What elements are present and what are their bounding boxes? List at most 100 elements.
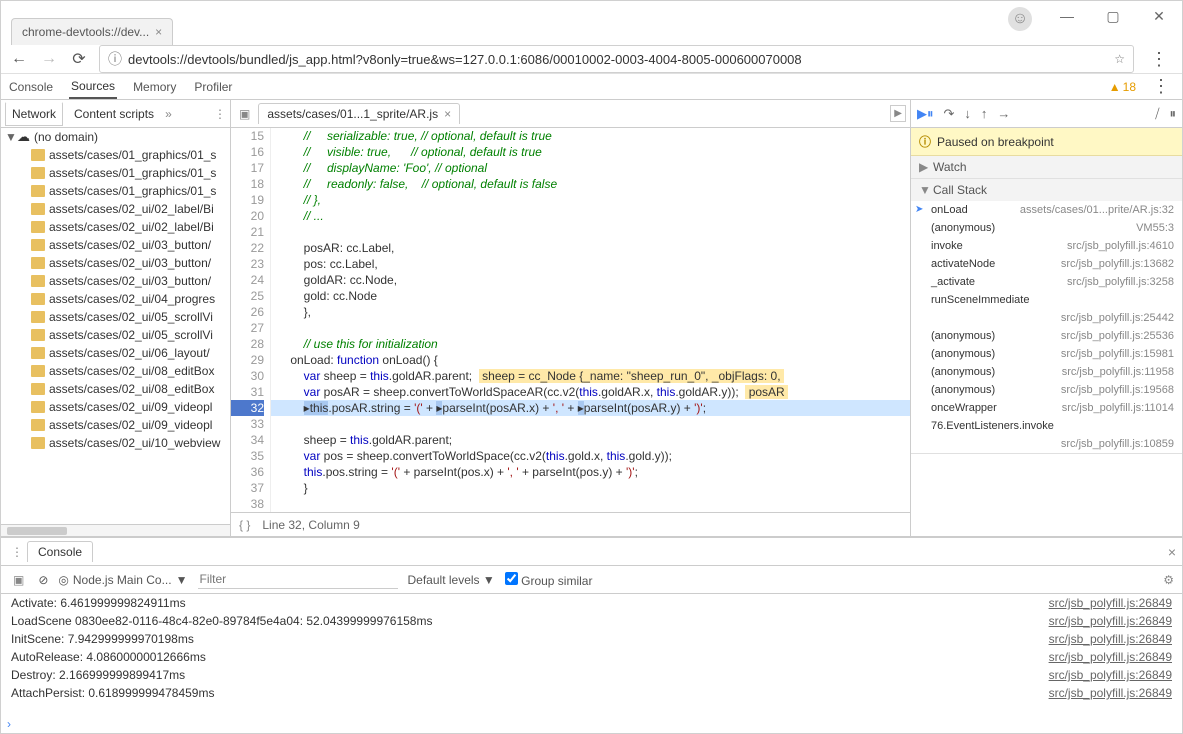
toggle-debugger-button[interactable]: ▶: [890, 105, 906, 122]
tree-file-row[interactable]: assets/cases/02_ui/03_button/: [1, 272, 230, 290]
tree-file-row[interactable]: assets/cases/01_graphics/01_s: [1, 164, 230, 182]
drawer-tab-console[interactable]: Console: [27, 541, 93, 562]
callstack-frame[interactable]: src/jsb_polyfill.js:10859: [911, 435, 1182, 453]
toggle-navigator-button[interactable]: ▣: [235, 107, 254, 121]
tree-file-row[interactable]: assets/cases/01_graphics/01_s: [1, 182, 230, 200]
close-icon[interactable]: ×: [444, 107, 451, 121]
console-source-link[interactable]: src/jsb_polyfill.js:26849: [1049, 650, 1172, 664]
callstack-frame[interactable]: invokesrc/jsb_polyfill.js:4610: [911, 237, 1182, 255]
close-window-button[interactable]: ✕: [1136, 1, 1182, 31]
tree-file-row[interactable]: assets/cases/02_ui/08_editBox: [1, 362, 230, 380]
tab-profiler[interactable]: Profiler: [192, 76, 234, 98]
close-drawer-button[interactable]: ×: [1168, 544, 1176, 560]
callstack-section-header[interactable]: ▼ Call Stack: [911, 179, 1182, 201]
tab-memory[interactable]: Memory: [131, 76, 178, 98]
browser-menu-button[interactable]: ⋮: [1144, 49, 1174, 70]
console-filter-input[interactable]: [198, 570, 398, 589]
step-over-button[interactable]: ↷: [944, 106, 955, 122]
step-out-button[interactable]: ↑: [981, 106, 988, 121]
folder-icon: [31, 167, 45, 179]
navigator-scrollbar[interactable]: [1, 524, 230, 536]
step-into-button[interactable]: ↓: [964, 106, 971, 121]
folder-icon: [31, 221, 45, 233]
folder-icon: [31, 401, 45, 413]
sources-navigator: Network Content scripts » ⋮ ▼ ☁ (no doma…: [1, 100, 231, 536]
info-icon: ⓘ: [919, 133, 931, 150]
callstack-frame[interactable]: (anonymous)src/jsb_polyfill.js:25536: [911, 327, 1182, 345]
tab-console[interactable]: Console: [7, 76, 55, 98]
watch-section-header[interactable]: ▶ Watch: [911, 156, 1182, 178]
browser-tab[interactable]: chrome-devtools://dev... ×: [11, 18, 173, 45]
callstack-frame[interactable]: (anonymous)src/jsb_polyfill.js:11958: [911, 363, 1182, 381]
console-source-link[interactable]: src/jsb_polyfill.js:26849: [1049, 632, 1172, 646]
tree-file-row[interactable]: assets/cases/02_ui/09_videopl: [1, 398, 230, 416]
bookmark-icon[interactable]: ☆: [1114, 52, 1125, 66]
callstack-frame[interactable]: runSceneImmediate: [911, 291, 1182, 309]
navigator-menu-button[interactable]: ⋮: [214, 107, 226, 121]
folder-icon: [31, 149, 45, 161]
tree-file-row[interactable]: assets/cases/02_ui/05_scrollVi: [1, 326, 230, 344]
forward-button[interactable]: →: [39, 50, 59, 68]
callstack-frame[interactable]: (anonymous)src/jsb_polyfill.js:15981: [911, 345, 1182, 363]
pretty-print-button[interactable]: { }: [239, 518, 250, 532]
reload-button[interactable]: ⟳: [69, 49, 89, 69]
tree-file-row[interactable]: assets/cases/02_ui/05_scrollVi: [1, 308, 230, 326]
console-source-link[interactable]: src/jsb_polyfill.js:26849: [1049, 596, 1172, 610]
navigator-tab-content-scripts[interactable]: Content scripts: [67, 102, 161, 126]
tree-file-row[interactable]: assets/cases/02_ui/03_button/: [1, 254, 230, 272]
tree-file-row[interactable]: assets/cases/02_ui/04_progres: [1, 290, 230, 308]
console-prompt[interactable]: ›: [1, 715, 1182, 733]
close-icon[interactable]: ×: [155, 25, 162, 39]
tree-file-row[interactable]: assets/cases/02_ui/08_editBox: [1, 380, 230, 398]
code-content[interactable]: // serializable: true, // optional, defa…: [271, 128, 910, 512]
callstack-frame[interactable]: onceWrappersrc/jsb_polyfill.js:11014: [911, 399, 1182, 417]
tree-file-row[interactable]: assets/cases/02_ui/03_button/: [1, 236, 230, 254]
callstack-frame[interactable]: activateNodesrc/jsb_polyfill.js:13682: [911, 255, 1182, 273]
folder-icon: [31, 275, 45, 287]
tree-file-row[interactable]: assets/cases/01_graphics/01_s: [1, 146, 230, 164]
callstack-frame[interactable]: (anonymous)src/jsb_polyfill.js:19568: [911, 381, 1182, 399]
folder-icon: [31, 311, 45, 323]
console-source-link[interactable]: src/jsb_polyfill.js:26849: [1049, 668, 1172, 682]
clear-console-button[interactable]: ⊘: [38, 573, 48, 587]
back-button[interactable]: ←: [9, 50, 29, 68]
resume-button[interactable]: ▶⏸: [917, 106, 934, 122]
file-tree[interactable]: ▼ ☁ (no domain) assets/cases/01_graphics…: [1, 128, 230, 524]
drawer-menu-button[interactable]: ⋮: [7, 545, 27, 559]
console-sidebar-toggle[interactable]: ▣: [9, 573, 28, 587]
tree-file-row[interactable]: assets/cases/02_ui/10_webview: [1, 434, 230, 452]
minimize-button[interactable]: —: [1044, 1, 1090, 31]
callstack-frame[interactable]: _activatesrc/jsb_polyfill.js:3258: [911, 273, 1182, 291]
tree-domain-row[interactable]: ▼ ☁ (no domain): [1, 128, 230, 146]
log-levels-selector[interactable]: Default levels ▼: [408, 573, 495, 587]
tree-file-row[interactable]: assets/cases/02_ui/02_label/Bi: [1, 200, 230, 218]
editor-file-tab[interactable]: assets/cases/01...1_sprite/AR.js ×: [258, 103, 460, 124]
url-text: devtools://devtools/bundled/js_app.html?…: [128, 52, 802, 67]
address-bar[interactable]: ⓘ devtools://devtools/bundled/js_app.htm…: [99, 45, 1134, 73]
profile-avatar-icon[interactable]: ☺: [1008, 7, 1032, 31]
group-similar-checkbox[interactable]: Group similar: [505, 572, 593, 588]
warnings-badge[interactable]: ▲ 18: [1109, 80, 1136, 94]
callstack-frame[interactable]: (anonymous)VM55:3: [911, 219, 1182, 237]
devtools-menu-button[interactable]: ⋮: [1146, 76, 1176, 97]
callstack-frame[interactable]: src/jsb_polyfill.js:25442: [911, 309, 1182, 327]
tree-file-row[interactable]: assets/cases/02_ui/06_layout/: [1, 344, 230, 362]
tree-file-row[interactable]: assets/cases/02_ui/02_label/Bi: [1, 218, 230, 236]
folder-icon: [31, 329, 45, 341]
info-icon[interactable]: ⓘ: [108, 49, 122, 69]
pause-exceptions-button[interactable]: ⏸: [1170, 106, 1177, 122]
console-source-link[interactable]: src/jsb_polyfill.js:26849: [1049, 614, 1172, 628]
step-button[interactable]: →: [997, 106, 1010, 121]
execution-context-selector[interactable]: ◎ Node.js Main Co... ▼: [58, 573, 187, 587]
console-settings-button[interactable]: ⚙: [1163, 573, 1174, 587]
tree-file-row[interactable]: assets/cases/02_ui/09_videopl: [1, 416, 230, 434]
maximize-button[interactable]: ▢: [1090, 1, 1136, 31]
navigator-tab-network[interactable]: Network: [5, 101, 63, 126]
deactivate-breakpoints-button[interactable]: ⧸: [1155, 106, 1159, 122]
line-gutter[interactable]: 1516171819202122232425262728293031323334…: [231, 128, 271, 512]
tab-sources[interactable]: Sources: [69, 75, 117, 99]
callstack-frame[interactable]: onLoadassets/cases/01...prite/AR.js:32: [911, 201, 1182, 219]
console-source-link[interactable]: src/jsb_polyfill.js:26849: [1049, 686, 1172, 700]
navigator-more-tabs[interactable]: »: [165, 107, 172, 121]
callstack-frame[interactable]: 76.EventListeners.invoke: [911, 417, 1182, 435]
